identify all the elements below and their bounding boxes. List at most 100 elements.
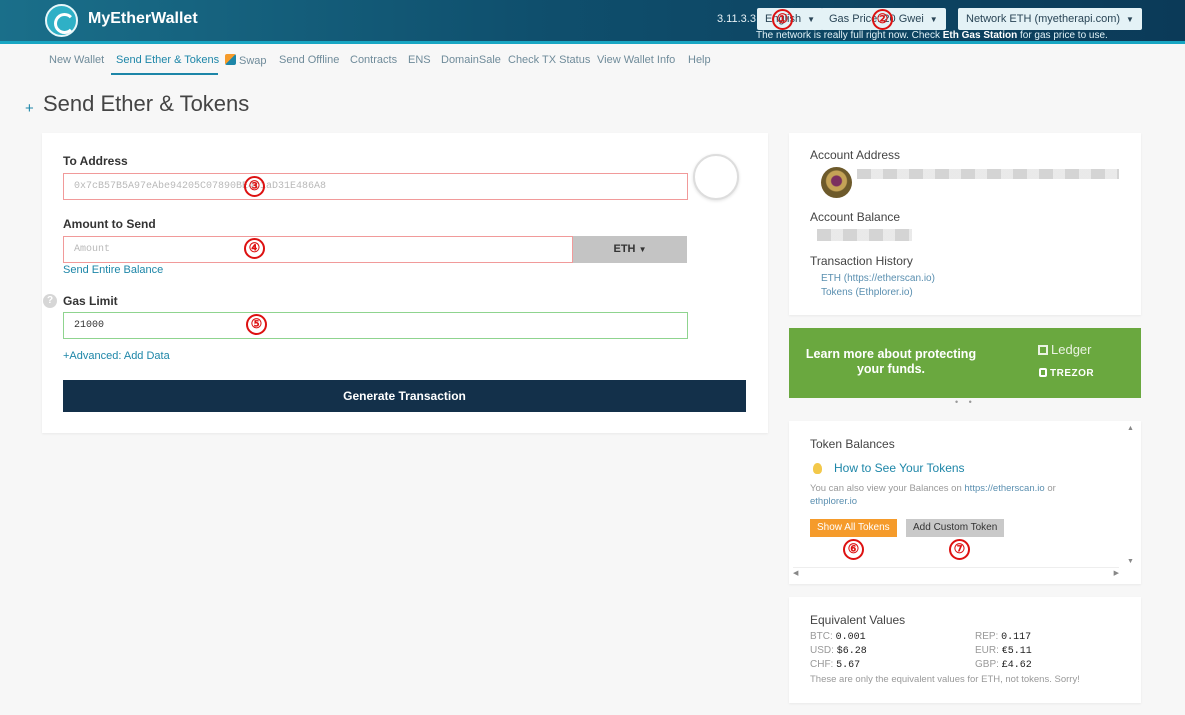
swap-icon [225, 54, 236, 65]
ledger-icon [1038, 345, 1048, 355]
carousel-dots[interactable]: • • [955, 397, 976, 407]
equiv-gbp: GBP: £4.62 [975, 659, 1032, 671]
logo-icon[interactable] [45, 4, 78, 37]
ethplorer-link[interactable]: ethplorer.io [810, 496, 857, 507]
how-to-see-tokens-link[interactable]: How to See Your Tokens [834, 461, 965, 475]
bulb-icon [813, 463, 822, 474]
account-balance-label: Account Balance [810, 210, 901, 224]
annotation-marker-7: ⑦ [949, 539, 970, 560]
eth-gas-station-link[interactable]: Eth Gas Station [943, 30, 1017, 41]
equiv-value: $6.28 [836, 646, 867, 657]
network-message: The network is really full right now. Ch… [756, 30, 1108, 41]
trezor-logo[interactable]: TREZOR [1039, 368, 1094, 379]
unit-dropdown[interactable]: ETH ▼ [573, 236, 687, 263]
ethplorer-history-link[interactable]: Tokens (Ethplorer.io) [821, 287, 913, 298]
annotation-marker-5: ⑤ [246, 314, 267, 335]
ledger-logo[interactable]: Ledger [1038, 342, 1091, 357]
caret-down-icon: ▼ [807, 15, 815, 24]
top-header: MyEtherWallet 3.11.3.3 English ▼ Gas Pric… [0, 0, 1185, 44]
account-card: Account Address Account Balance Transact… [789, 133, 1141, 315]
vertical-scrollbar[interactable]: ▲ ▼ [1127, 425, 1139, 565]
equiv-value: 0.117 [1001, 632, 1032, 643]
brand-name[interactable]: MyEtherWallet [88, 10, 198, 28]
equiv-key: EUR: [975, 645, 999, 656]
version-label: 3.11.3.3 [717, 13, 756, 25]
equiv-value: £4.62 [1001, 660, 1032, 671]
nav-send-ether-tokens[interactable]: Send Ether & Tokens [116, 54, 219, 66]
nav-contracts[interactable]: Contracts [350, 54, 397, 66]
horizontal-scrollbar[interactable]: ◀ ▶ [793, 567, 1119, 579]
generate-transaction-button[interactable]: Generate Transaction [63, 380, 746, 412]
token-note-text: You can also view your Balances on [810, 483, 962, 494]
to-address-label: To Address [63, 154, 128, 168]
network-label: Network ETH (myetherapi.com) [966, 13, 1121, 25]
annotation-marker-3: ③ [244, 176, 265, 197]
expand-plus-icon[interactable]: + [25, 100, 34, 117]
network-message-text: The network is really full right now. Ch… [756, 30, 940, 41]
etherscan-history-link[interactable]: ETH (https://etherscan.io) [821, 273, 935, 284]
send-form-card: To Address 0x7cB57B5A97eAbe94205C07890BE… [42, 133, 768, 433]
send-entire-balance-link[interactable]: Send Entire Balance [63, 264, 163, 276]
equiv-key: CHF: [810, 659, 834, 670]
equiv-value: 0.001 [835, 632, 866, 643]
account-address-redacted [857, 169, 1119, 179]
account-balance-redacted [817, 229, 912, 241]
unit-label: ETH [613, 243, 636, 255]
equivalent-values-title: Equivalent Values [810, 613, 906, 627]
equiv-value: €5.11 [1001, 646, 1032, 657]
nav-view-wallet-info[interactable]: View Wallet Info [597, 54, 675, 66]
to-address-input[interactable]: 0x7cB57B5A97eAbe94205C07890BE4c1aD31E486… [63, 173, 688, 200]
avatar [821, 167, 852, 198]
trezor-label: TREZOR [1050, 368, 1095, 379]
token-balances-title: Token Balances [810, 437, 895, 451]
network-dropdown[interactable]: Network ETH (myetherapi.com) ▼ [958, 8, 1142, 30]
add-custom-token-button[interactable]: Add Custom Token [906, 519, 1005, 537]
equiv-btc: BTC: 0.001 [810, 631, 866, 643]
transaction-history-label: Transaction History [810, 254, 913, 268]
network-message-text-end: for gas price to use. [1019, 30, 1108, 41]
scroll-down-icon[interactable]: ▼ [1127, 558, 1134, 565]
security-promo-banner[interactable]: Learn more about protecting your funds. … [789, 328, 1141, 398]
show-all-tokens-button[interactable]: Show All Tokens [810, 519, 897, 537]
lock-icon [1039, 368, 1047, 377]
identicon [693, 154, 739, 200]
token-note: You can also view your Balances on https… [810, 482, 1080, 508]
scroll-left-icon[interactable]: ◀ [793, 569, 798, 577]
equiv-chf: CHF: 5.67 [810, 659, 860, 671]
equivalent-values-card: Equivalent Values BTC: 0.001 REP: 0.117 … [789, 597, 1141, 703]
equivalent-note: These are only the equivalent values for… [810, 674, 1080, 685]
nav-send-offline[interactable]: Send Offline [279, 54, 339, 66]
promo-text: Learn more about protecting your funds. [805, 347, 977, 376]
equiv-key: GBP: [975, 659, 999, 670]
scroll-up-icon[interactable]: ▲ [1127, 425, 1134, 432]
scroll-right-icon[interactable]: ▶ [1114, 569, 1119, 577]
nav-domainsale[interactable]: DomainSale [441, 54, 501, 66]
nav-swap-label: Swap [239, 55, 267, 67]
annotation-marker-6: ⑥ [843, 539, 864, 560]
nav-active-underline [111, 73, 218, 75]
page-title: Send Ether & Tokens [43, 91, 250, 116]
annotation-marker-2: ② [872, 9, 893, 30]
caret-down-icon: ▼ [638, 245, 647, 254]
annotation-marker-1: ① [772, 9, 793, 30]
annotation-marker-4: ④ [244, 238, 265, 259]
caret-down-icon: ▼ [1126, 15, 1134, 24]
amount-input[interactable]: Amount [63, 236, 573, 263]
gas-limit-input[interactable]: 21000 [63, 312, 688, 339]
etherscan-link[interactable]: https://etherscan.io [964, 483, 1044, 494]
nav-ens[interactable]: ENS [408, 54, 431, 66]
nav-help[interactable]: Help [688, 54, 711, 66]
caret-down-icon: ▼ [929, 15, 938, 24]
gas-limit-label: Gas Limit [63, 294, 118, 308]
equiv-eur: EUR: €5.11 [975, 645, 1032, 657]
advanced-add-data-link[interactable]: +Advanced: Add Data [63, 350, 170, 362]
equiv-usd: USD: $6.28 [810, 645, 867, 657]
nav-swap[interactable]: Swap [225, 54, 267, 67]
token-note-or: or [1047, 483, 1056, 494]
nav-check-tx-status[interactable]: Check TX Status [508, 54, 590, 66]
equiv-rep: REP: 0.117 [975, 631, 1031, 643]
help-icon[interactable]: ? [43, 294, 57, 308]
nav-new-wallet[interactable]: New Wallet [49, 54, 104, 66]
equiv-key: REP: [975, 631, 999, 642]
equiv-key: USD: [810, 645, 834, 656]
